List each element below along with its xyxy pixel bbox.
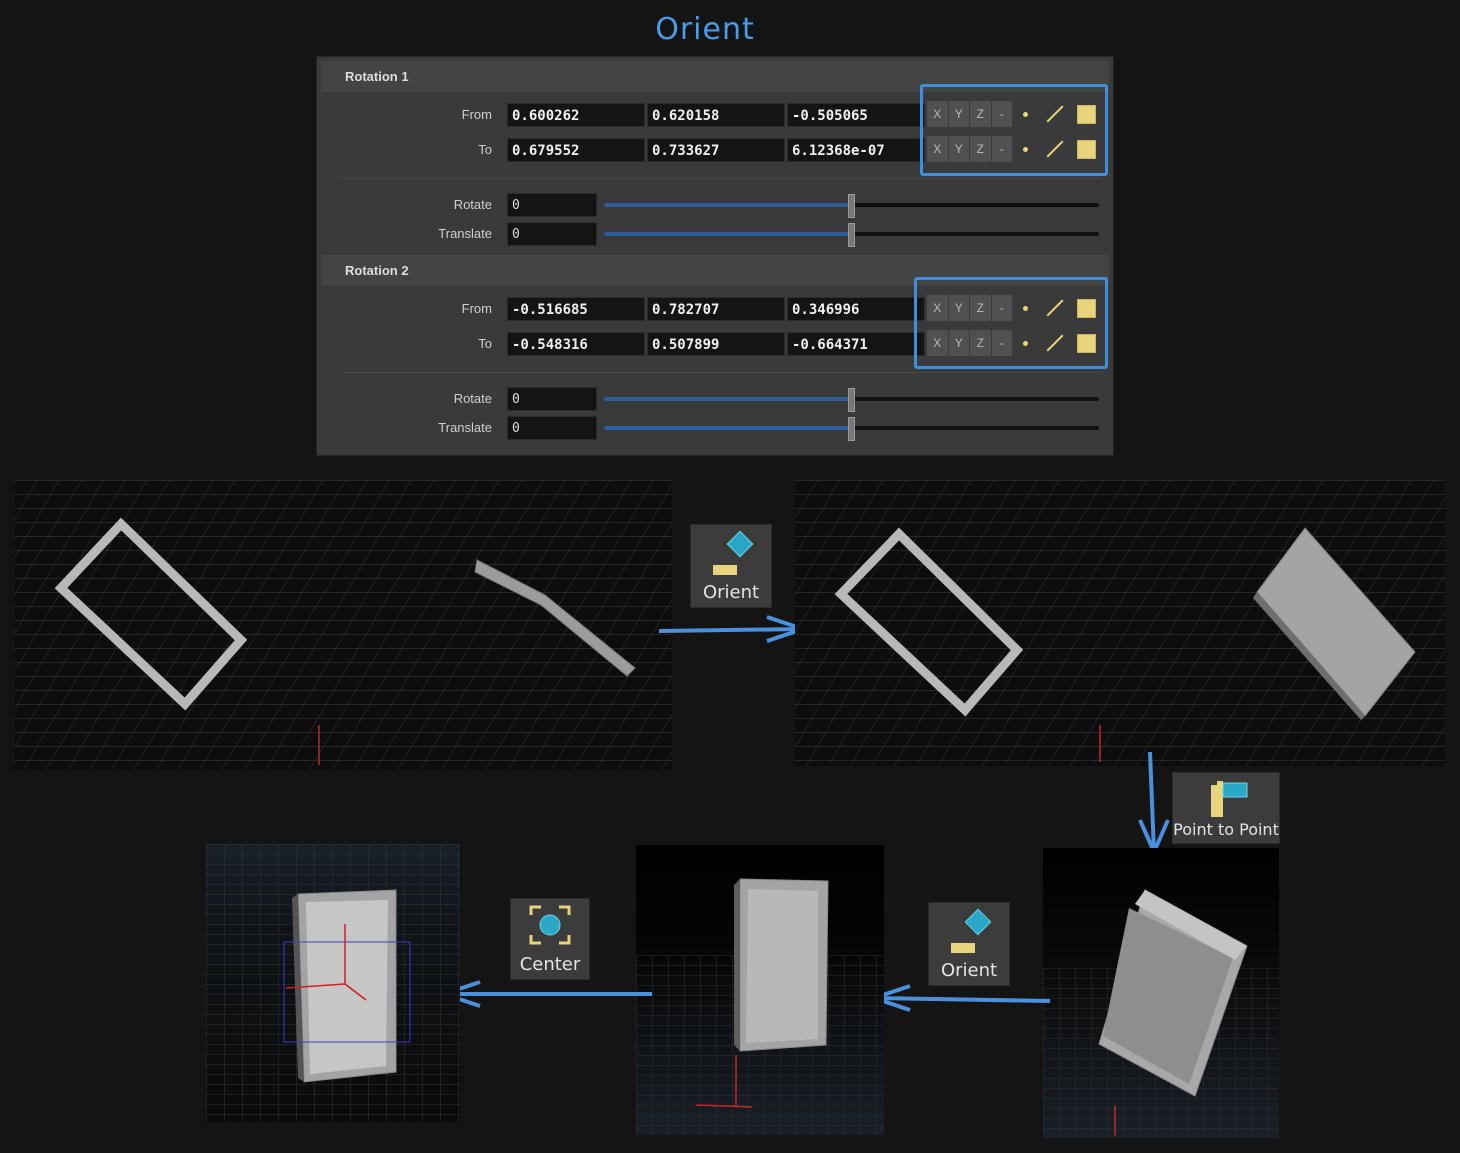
point-to-point-icon <box>1211 781 1248 817</box>
slider-fill <box>604 203 850 207</box>
center-node-label: Center <box>519 954 581 975</box>
axis-highlight-box-2 <box>914 277 1108 369</box>
rotation-1-from-x[interactable]: 0.600262 <box>507 103 645 127</box>
rotation-1-from-y[interactable]: 0.620158 <box>647 103 785 127</box>
divider <box>341 372 1101 373</box>
door-inner-panel <box>746 889 818 1043</box>
rotation-1-from-z[interactable]: -0.505065 <box>787 103 925 127</box>
to-label: To <box>478 142 492 157</box>
rotation-2-to-y[interactable]: 0.507899 <box>647 332 785 356</box>
divider <box>341 178 1101 179</box>
rotation-2-rotate-field[interactable]: 0 <box>507 387 597 411</box>
grid-scene <box>636 845 884 1135</box>
rotation-1-rotate-slider[interactable] <box>604 194 1099 218</box>
rotation-2-from-z[interactable]: 0.346996 <box>787 297 925 321</box>
rotation-2-translate-field[interactable]: 0 <box>507 416 597 440</box>
rotation-1-to-x[interactable]: 0.679552 <box>507 138 645 162</box>
door-inner-panel <box>306 900 388 1074</box>
center-node[interactable]: Center <box>510 898 590 980</box>
grid-scene <box>206 844 460 1122</box>
rotation-2-to-x[interactable]: -0.548316 <box>507 332 645 356</box>
rotation-1-translate-field[interactable]: 0 <box>507 222 597 246</box>
flow-arrow-down <box>1138 751 1170 857</box>
viewport-after-point-to-point[interactable] <box>1043 848 1279 1138</box>
rotation-2-rotate-slider[interactable] <box>604 388 1099 412</box>
orient-node-label: Orient <box>702 582 760 603</box>
rotate-label: Rotate <box>453 197 492 212</box>
rotation-1-rotate-field[interactable]: 0 <box>507 193 597 217</box>
slider-fill <box>604 397 850 401</box>
point-to-point-node-label: Point to Point <box>1173 820 1279 839</box>
slider-handle[interactable] <box>848 194 855 218</box>
rotation-2-from-y[interactable]: 0.782707 <box>647 297 785 321</box>
door-side-edge <box>734 879 740 1051</box>
center-icon <box>529 905 571 945</box>
flow-arrow-left <box>868 984 1051 1012</box>
to-label: To <box>478 336 492 351</box>
orient-icon <box>951 908 992 953</box>
viewport-after-orient-2[interactable] <box>636 845 884 1135</box>
grid-scene <box>795 480 1445 766</box>
from-label: From <box>461 301 492 316</box>
rotate-label: Rotate <box>453 391 492 406</box>
slider-handle[interactable] <box>848 223 855 247</box>
orient-node-label: Orient <box>940 960 998 981</box>
translate-label: Translate <box>438 420 492 435</box>
point-to-point-node[interactable]: Point to Point <box>1172 772 1280 844</box>
orient-node-2[interactable]: Orient <box>928 902 1010 986</box>
slider-handle[interactable] <box>848 388 855 412</box>
orient-parameter-panel: Rotation 1 From 0.600262 0.620158 -0.505… <box>316 56 1114 456</box>
rotation-2-from-x[interactable]: -0.516685 <box>507 297 645 321</box>
slider-handle[interactable] <box>848 417 855 441</box>
rotation-1-to-y[interactable]: 0.733627 <box>647 138 785 162</box>
orient-node-1[interactable]: Orient <box>690 524 772 608</box>
grid-scene <box>15 480 672 770</box>
rotation-2-translate-slider[interactable] <box>604 417 1099 441</box>
rotation-2-to-z[interactable]: -0.664371 <box>787 332 925 356</box>
grid-scene <box>1043 848 1279 1138</box>
rotation-1-translate-slider[interactable] <box>604 223 1099 247</box>
from-label: From <box>461 107 492 122</box>
orient-icon <box>713 530 754 575</box>
viewport-before-orient[interactable] <box>15 480 672 770</box>
flow-arrow-left <box>438 980 652 1008</box>
slider-fill <box>604 426 850 430</box>
flow-arrow-right <box>658 615 810 643</box>
page-title: Orient <box>655 12 755 47</box>
rotation-1-to-z[interactable]: 6.12368e-07 <box>787 138 925 162</box>
viewport-after-orient[interactable] <box>795 480 1445 766</box>
translate-label: Translate <box>438 226 492 241</box>
viewport-after-center[interactable] <box>206 844 460 1122</box>
axis-highlight-box-1 <box>920 84 1108 176</box>
slider-fill <box>604 232 850 236</box>
